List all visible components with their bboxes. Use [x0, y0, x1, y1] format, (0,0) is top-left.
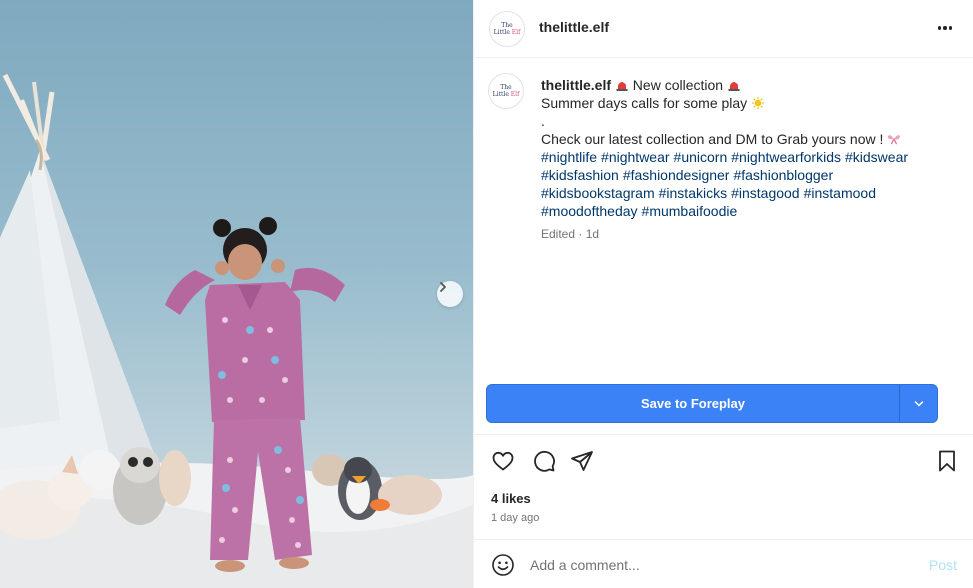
emoji-icon: [492, 554, 514, 576]
post-actions-bar: [474, 447, 973, 477]
hashtag-link[interactable]: #instagood: [731, 185, 800, 201]
hashtag-link[interactable]: #kidswear: [845, 149, 908, 165]
bookmark-icon: [939, 450, 955, 472]
siren-emoji-icon: [616, 82, 628, 91]
caption-username[interactable]: thelittle.elf: [541, 77, 611, 93]
save-to-foreplay-button[interactable]: Save to Foreplay: [486, 384, 938, 423]
post-comment-button[interactable]: Post: [929, 557, 957, 573]
hashtag-link[interactable]: #mumbaifoodie: [642, 203, 738, 219]
hashtag-link[interactable]: #fashionblogger: [733, 167, 833, 183]
comment-icon: [534, 450, 555, 472]
emoji-picker-button[interactable]: [491, 553, 515, 577]
caption-line3: .: [541, 113, 545, 129]
share-icon: [571, 451, 593, 471]
next-photo-button[interactable]: [437, 281, 463, 307]
username-link[interactable]: thelittle.elf: [539, 19, 609, 35]
hashtag-link[interactable]: #nightwear: [601, 149, 670, 165]
hashtag-link[interactable]: #nightlife: [541, 149, 597, 165]
siren-emoji-icon: [728, 82, 740, 91]
chevron-down-icon: [914, 400, 923, 407]
hashtag-link[interactable]: #kidsfashion: [541, 167, 619, 183]
caption-line2: Summer days calls for some play: [541, 95, 748, 111]
caption-avatar[interactable]: The Little Elf: [488, 73, 524, 109]
hashtag-link[interactable]: #instakicks: [659, 185, 727, 201]
post-time: 1 day ago: [491, 512, 540, 524]
hashtag-link[interactable]: #fashiondesigner: [623, 167, 730, 183]
chevron-right-icon: [440, 282, 446, 292]
more-icon: [937, 26, 942, 30]
post-details-panel: The Little Elf thelittle.elf The Little …: [473, 0, 973, 588]
heart-icon: [492, 451, 514, 471]
like-button[interactable]: [489, 447, 517, 475]
comment-input[interactable]: [530, 554, 910, 576]
save-options-dropdown[interactable]: [899, 385, 937, 422]
caption-line1: New collection: [632, 77, 724, 93]
hashtag-link[interactable]: #unicorn: [674, 149, 728, 165]
post-media: [0, 0, 473, 588]
sun-emoji-icon: [752, 97, 765, 109]
post-photo: [0, 73, 473, 588]
share-button[interactable]: [568, 447, 596, 475]
comment-button[interactable]: [530, 447, 558, 475]
hashtag-link[interactable]: #moodoftheday: [541, 203, 638, 219]
caption-text: thelittle.elf New collection Summer days…: [541, 76, 941, 220]
hashtag-link[interactable]: #kidsbookstagram: [541, 185, 655, 201]
hashtag-link[interactable]: #instamood: [804, 185, 876, 201]
caption-line4: Check our latest collection and DM to Gr…: [541, 131, 884, 147]
more-options-button[interactable]: [935, 18, 955, 38]
save-to-foreplay-label[interactable]: Save to Foreplay: [487, 385, 899, 422]
ribbon-emoji-icon: [888, 135, 901, 145]
bookmark-button[interactable]: [933, 447, 961, 475]
hashtag-list: #nightlife #nightwear #unicorn #nightwearfo…: [541, 148, 941, 220]
post-header: The Little Elf thelittle.elf: [474, 0, 973, 58]
hashtag-link[interactable]: #nightwearforkids: [731, 149, 841, 165]
edited-timestamp: Edited · 1d: [541, 227, 600, 241]
likes-count[interactable]: 4 likes: [491, 491, 531, 506]
comment-bar: Post: [474, 540, 973, 588]
avatar[interactable]: The Little Elf: [489, 11, 525, 47]
caption-section: The Little Elf thelittle.elf New collect…: [474, 72, 973, 372]
divider: [474, 434, 973, 435]
